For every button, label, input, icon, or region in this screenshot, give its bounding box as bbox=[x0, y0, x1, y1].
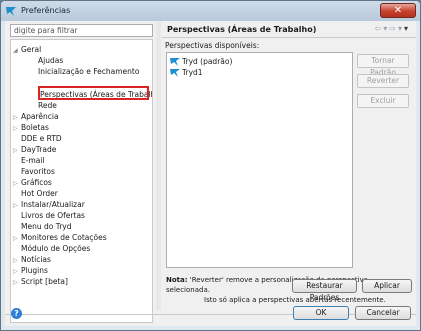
collapse-icon[interactable]: ◢ bbox=[13, 45, 21, 56]
delete-button[interactable]: Excluir bbox=[357, 94, 409, 108]
tree-item-label: Gráficos bbox=[21, 178, 52, 187]
make-default-button[interactable]: Tornar Padrão bbox=[357, 54, 409, 77]
help-icon[interactable]: ? bbox=[11, 308, 22, 319]
window-title: Preferências bbox=[21, 6, 71, 15]
page-navigation: ⇦▾⇨▾▾ bbox=[375, 24, 410, 33]
tree-item-geral[interactable]: ◢ Geral bbox=[13, 44, 41, 55]
list-item[interactable]: Tryd (padrão) bbox=[170, 56, 232, 67]
tree-item-monitores[interactable]: ▷ Monitores de Cotações bbox=[13, 232, 107, 243]
tree-item-script[interactable]: ▷ Script [beta] bbox=[13, 276, 68, 287]
tree-item-label: Boletas bbox=[21, 123, 49, 132]
tree-item-label: Monitores de Cotações bbox=[21, 233, 107, 242]
close-icon: ✕ bbox=[393, 5, 403, 16]
list-item[interactable]: Tryd1 bbox=[170, 67, 203, 78]
perspective-icon bbox=[170, 58, 180, 66]
expand-icon[interactable]: ▷ bbox=[13, 178, 21, 189]
tree-item-ajudas[interactable]: Ajudas bbox=[38, 55, 63, 66]
expand-icon[interactable]: ▷ bbox=[13, 123, 21, 134]
tree-item-menu-tryd[interactable]: Menu do Tryd bbox=[21, 221, 71, 232]
expand-icon[interactable]: ▷ bbox=[13, 200, 21, 211]
preferences-navigation: digite para filtrar ◢ Geral Ajudas Inicia… bbox=[8, 24, 155, 323]
close-button[interactable]: ✕ bbox=[380, 3, 416, 18]
page-title: Perspectivas (Áreas de Trabalho) bbox=[167, 25, 317, 34]
tree-item-boletas[interactable]: ▷ Boletas bbox=[13, 122, 49, 133]
forward-arrow-icon[interactable]: ⇨ bbox=[389, 24, 398, 33]
tree-item-plugins[interactable]: ▷ Plugins bbox=[13, 265, 48, 276]
tree-item-hot-order[interactable]: Hot Order bbox=[21, 188, 58, 199]
tree-item-label: Script [beta] bbox=[21, 277, 68, 286]
cancel-button[interactable]: Cancelar bbox=[355, 306, 411, 320]
apply-button[interactable]: Aplicar bbox=[362, 279, 412, 293]
tree-item-favoritos[interactable]: Favoritos bbox=[21, 166, 55, 177]
tree-item-aparencia[interactable]: ▷ Aparência bbox=[13, 111, 59, 122]
tree-item-modulo-opcoes[interactable]: Módulo de Opções bbox=[21, 243, 90, 254]
note-label: Nota: bbox=[166, 276, 188, 284]
view-menu-icon[interactable]: ▾ bbox=[404, 24, 410, 33]
panel-sash[interactable] bbox=[156, 21, 161, 311]
tree-item-noticias[interactable]: ▷ Notícias bbox=[13, 254, 51, 265]
tree-item-label: Instalar/Atualizar bbox=[21, 200, 85, 209]
page-header: Perspectivas (Áreas de Trabalho) ⇦▾⇨▾▾ bbox=[162, 21, 416, 38]
tree-item-inicializacao[interactable]: Inicialização e Fechamento bbox=[38, 66, 139, 77]
title-bar[interactable]: Preferências ✕ bbox=[1, 1, 420, 21]
perspective-icon bbox=[170, 69, 180, 77]
tree-item-label: Notícias bbox=[21, 255, 51, 264]
back-arrow-icon[interactable]: ⇦ bbox=[375, 24, 384, 33]
restore-defaults-button[interactable]: Restaurar Padrões bbox=[292, 279, 357, 302]
revert-button[interactable]: Reverter bbox=[357, 74, 409, 88]
perspective-label: Tryd1 bbox=[182, 68, 203, 77]
tree-item-dde-rtd[interactable]: DDE e RTD bbox=[21, 133, 62, 144]
ok-button[interactable]: OK bbox=[293, 306, 349, 320]
dialog-client-area: digite para filtrar ◢ Geral Ajudas Inicia… bbox=[5, 21, 416, 326]
expand-icon[interactable]: ▷ bbox=[13, 233, 21, 244]
preferences-tree[interactable]: ◢ Geral Ajudas Inicialização e Fechamento… bbox=[10, 39, 153, 323]
perspectives-list[interactable]: Tryd (padrão) Tryd1 bbox=[166, 52, 353, 268]
expand-icon[interactable]: ▷ bbox=[13, 277, 21, 288]
perspective-label: Tryd (padrão) bbox=[182, 57, 233, 66]
note-line-2: Isto só aplica a perspectivas abertas re… bbox=[204, 296, 386, 304]
available-perspectives-label: Perspectivas disponíveis: bbox=[165, 41, 260, 50]
tree-item-instalar[interactable]: ▷ Instalar/Atualizar bbox=[13, 199, 85, 210]
tree-item-rede[interactable]: Rede bbox=[38, 100, 57, 111]
tree-item-email[interactable]: E-mail bbox=[21, 155, 45, 166]
expand-icon[interactable]: ▷ bbox=[13, 145, 21, 156]
tree-item-graficos[interactable]: ▷ Gráficos bbox=[13, 177, 52, 188]
app-icon bbox=[6, 7, 16, 16]
tree-item-daytrade[interactable]: ▷ DayTrade bbox=[13, 144, 56, 155]
selected-item-highlight bbox=[38, 86, 149, 100]
filter-input[interactable]: digite para filtrar bbox=[10, 24, 153, 37]
tree-item-label: DayTrade bbox=[21, 145, 57, 154]
preferences-window: Preferências ✕ digite para filtrar ◢ Gera… bbox=[0, 0, 421, 331]
tree-item-label: Aparência bbox=[21, 112, 59, 121]
tree-item-label: Geral bbox=[21, 45, 42, 54]
tree-item-label: Plugins bbox=[21, 266, 48, 275]
tree-item-livros[interactable]: Livros de Ofertas bbox=[21, 210, 85, 221]
